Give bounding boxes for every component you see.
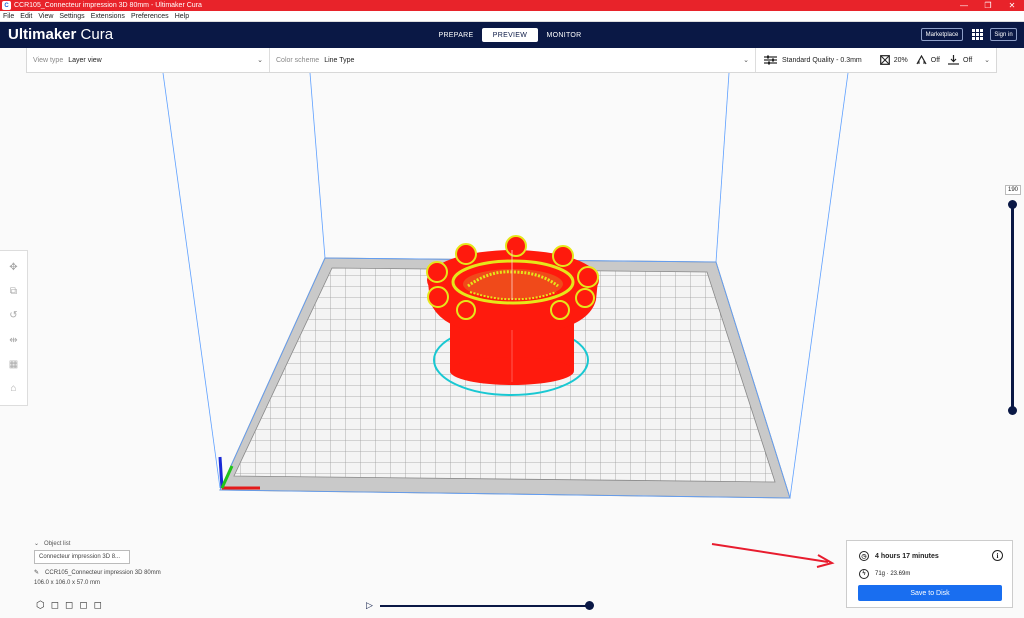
object-list-label: Object list bbox=[44, 540, 71, 547]
sliced-model bbox=[426, 235, 599, 385]
simulation-slider-track[interactable] bbox=[380, 605, 590, 607]
apps-grid-icon[interactable] bbox=[972, 29, 983, 40]
adhesion-icon bbox=[948, 55, 959, 65]
infill-icon bbox=[879, 55, 890, 65]
tab-preview[interactable]: PREVIEW bbox=[482, 28, 538, 42]
front-view-icon[interactable]: ◻ bbox=[51, 600, 59, 611]
adhesion-value: Off bbox=[963, 56, 973, 64]
save-to-disk-button[interactable]: Save to Disk bbox=[858, 585, 1002, 601]
color-scheme-value: Line Type bbox=[324, 56, 355, 64]
chevron-down-icon: ⌄ bbox=[34, 541, 40, 547]
close-button[interactable]: ✕ bbox=[1000, 0, 1024, 11]
move-icon[interactable]: ✥ bbox=[9, 262, 17, 273]
3d-viewport[interactable] bbox=[0, 73, 1024, 618]
print-settings-button[interactable]: Standard Quality - 0.3mm 20% Off Off ⌄ bbox=[756, 48, 996, 72]
right-view-icon[interactable]: ◻ bbox=[94, 600, 102, 611]
maximize-button[interactable]: ❐ bbox=[976, 0, 1000, 11]
view-type-value: Layer view bbox=[68, 56, 102, 64]
window-title: CCR105_Connecteur impression 3D 80mm - U… bbox=[14, 2, 202, 9]
scale-icon[interactable]: ⧉ bbox=[10, 286, 17, 297]
menu-view[interactable]: View bbox=[35, 13, 56, 20]
color-scheme-label: Color scheme bbox=[276, 56, 320, 64]
menu-settings[interactable]: Settings bbox=[56, 13, 87, 20]
pencil-icon[interactable]: ✎ bbox=[34, 569, 39, 576]
layer-slider-upper-handle[interactable] bbox=[1008, 200, 1017, 209]
tab-prepare[interactable]: PREPARE bbox=[430, 28, 482, 42]
app-header: Ultimaker Cura PREPARE PREVIEW MONITOR M… bbox=[0, 22, 1024, 48]
marketplace-button[interactable]: Marketplace bbox=[921, 28, 963, 41]
top-view-icon[interactable]: ◻ bbox=[65, 600, 73, 611]
annotation-arrow bbox=[711, 543, 835, 568]
settings-sliders-icon bbox=[764, 55, 777, 65]
cura-app-icon: C bbox=[2, 1, 11, 10]
tab-monitor[interactable]: MONITOR bbox=[538, 28, 590, 42]
sign-in-button[interactable]: Sign in bbox=[990, 28, 1017, 41]
quality-profile: Standard Quality - 0.3mm bbox=[782, 56, 862, 64]
per-model-settings-icon[interactable]: ▦ bbox=[9, 359, 18, 370]
menu-extensions[interactable]: Extensions bbox=[88, 13, 128, 20]
color-scheme-dropdown[interactable]: Color scheme Line Type ⌄ bbox=[270, 48, 755, 72]
print-time: 4 hours 17 minutes bbox=[875, 552, 939, 560]
mirror-icon[interactable]: ⇹ bbox=[9, 335, 17, 346]
material-icon: ϟ bbox=[859, 569, 869, 579]
chevron-down-icon: ⌄ bbox=[743, 57, 749, 64]
support-value: Off bbox=[930, 56, 940, 64]
chevron-down-icon: ⌄ bbox=[984, 57, 990, 64]
object-list-toggle[interactable]: ⌄ Object list bbox=[34, 540, 161, 548]
print-info-panel: ◷ 4 hours 17 minutes i ϟ 71g · 23.69m Sa… bbox=[846, 540, 1013, 608]
layer-number-badge[interactable]: 190 bbox=[1005, 185, 1021, 195]
stage-tabs: PREPARE PREVIEW MONITOR bbox=[430, 28, 590, 42]
object-list-item[interactable]: Connecteur impression 3D 8... bbox=[34, 550, 130, 564]
object-list-panel: ⌄ Object list Connecteur impression 3D 8… bbox=[34, 540, 161, 586]
camera-view-buttons: ⬡ ◻ ◻ ◻ ◻ bbox=[36, 600, 102, 611]
model-dimensions: 106.0 x 106.0 x 57.0 mm bbox=[34, 580, 101, 586]
support-icon bbox=[916, 55, 927, 65]
infill-value: 20% bbox=[893, 56, 908, 64]
menu-edit[interactable]: Edit bbox=[17, 13, 35, 20]
left-view-icon[interactable]: ◻ bbox=[79, 600, 87, 611]
support-blocker-icon[interactable]: ⌂ bbox=[10, 383, 16, 394]
menu-help[interactable]: Help bbox=[172, 13, 192, 20]
minimize-button[interactable]: — bbox=[952, 0, 976, 11]
play-icon[interactable]: ▷ bbox=[366, 600, 373, 611]
view-type-label: View type bbox=[33, 56, 64, 64]
menu-file[interactable]: File bbox=[0, 13, 17, 20]
layer-slider-lower-handle[interactable] bbox=[1008, 406, 1017, 415]
material-usage: 71g · 23.69m bbox=[875, 571, 911, 577]
simulation-slider-handle[interactable] bbox=[585, 601, 594, 610]
ultimaker-cura-logo: Ultimaker Cura bbox=[8, 26, 114, 43]
chevron-down-icon: ⌄ bbox=[257, 57, 263, 64]
menu-bar: File Edit View Settings Extensions Prefe… bbox=[0, 11, 1024, 22]
rotate-icon[interactable]: ↺ bbox=[9, 310, 17, 321]
menu-preferences[interactable]: Preferences bbox=[128, 13, 172, 20]
tool-palette: ✥ ⧉ ↺ ⇹ ▦ ⌂ bbox=[0, 250, 28, 406]
view-toolbar: View type Layer view ⌄ Color scheme Line… bbox=[26, 48, 997, 73]
view-type-dropdown[interactable]: View type Layer view ⌄ bbox=[27, 48, 269, 72]
3d-view-icon[interactable]: ⬡ bbox=[36, 600, 45, 611]
clock-icon: ◷ bbox=[859, 551, 869, 561]
layer-slider-track[interactable] bbox=[1011, 205, 1014, 410]
job-name[interactable]: CCR105_Connecteur impression 3D 80mm bbox=[45, 570, 161, 576]
info-icon[interactable]: i bbox=[992, 550, 1003, 561]
window-titlebar: C CCR105_Connecteur impression 3D 80mm -… bbox=[0, 0, 1024, 11]
